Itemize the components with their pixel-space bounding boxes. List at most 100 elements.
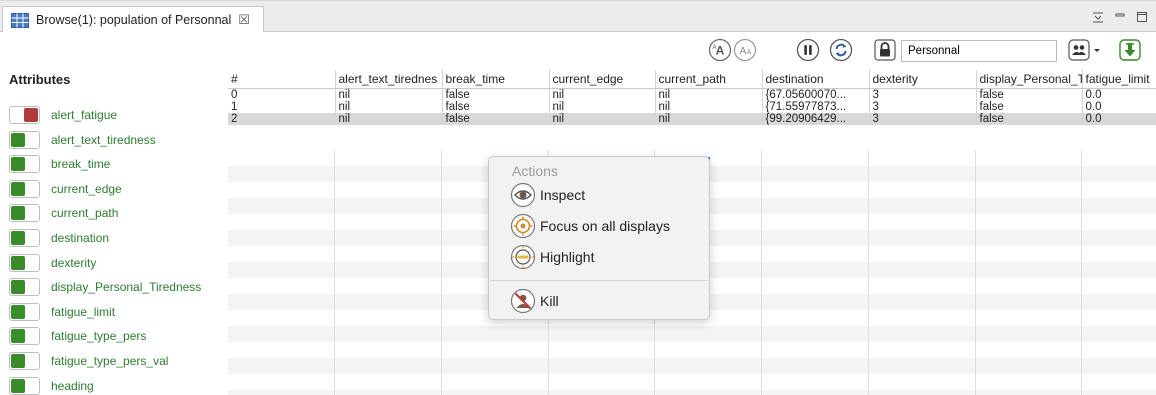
attribute-toggle[interactable] xyxy=(9,302,40,321)
menu-item-kill[interactable]: Kill xyxy=(510,288,559,314)
table-cell: 1 xyxy=(228,100,336,113)
table-cell: nil xyxy=(549,100,656,113)
search-input[interactable] xyxy=(901,40,1057,62)
refresh-icon[interactable] xyxy=(829,38,853,62)
close-icon[interactable]: ☒ xyxy=(238,12,250,28)
column-header[interactable]: alert_text_tirednes xyxy=(335,70,443,89)
attribute-label: alert_text_tiredness xyxy=(51,132,156,147)
table-cell: false xyxy=(442,112,550,125)
pause-icon[interactable] xyxy=(796,38,820,62)
column-header[interactable]: fatigue_limit xyxy=(1082,70,1156,89)
attributes-title: Attributes xyxy=(9,72,71,87)
attribute-item[interactable]: fatigue_type_pers xyxy=(9,326,146,346)
attribute-label: break_time xyxy=(51,157,111,172)
attribute-label: current_edge xyxy=(51,181,122,196)
column-header[interactable]: current_path xyxy=(655,70,763,89)
attribute-toggle[interactable] xyxy=(9,376,40,395)
table-cell: nil xyxy=(655,112,763,125)
table-cell: 0.0 xyxy=(1082,100,1156,113)
menu-header: Actions xyxy=(512,163,558,179)
toggle-knob xyxy=(11,255,25,270)
toggle-knob xyxy=(11,132,25,147)
toggle-knob xyxy=(11,354,25,368)
table-cell: 3 xyxy=(869,112,977,125)
column-header[interactable]: display_Personal_T xyxy=(976,70,1083,89)
restore-icon[interactable] xyxy=(1092,11,1104,23)
attribute-item[interactable]: fatigue_limit xyxy=(9,302,115,322)
highlight-icon xyxy=(510,244,536,270)
attribute-item[interactable]: dexterity xyxy=(9,253,96,273)
menu-item-label: Focus on all displays xyxy=(540,218,670,234)
export-icon[interactable] xyxy=(1118,38,1142,62)
menu-item-label: Kill xyxy=(540,293,559,309)
table-cell: 0.0 xyxy=(1082,88,1156,101)
attribute-item[interactable]: alert_text_tiredness xyxy=(9,130,156,150)
column-header[interactable]: destination xyxy=(762,70,870,89)
attribute-item[interactable]: current_path xyxy=(9,203,118,223)
attribute-label: current_path xyxy=(51,206,119,221)
table-cell: false xyxy=(442,88,550,101)
attribute-toggle[interactable] xyxy=(9,352,40,370)
tab-title: Browse(1): population of Personnal xyxy=(36,13,232,27)
attribute-toggle[interactable] xyxy=(9,155,40,174)
table-cell: nil xyxy=(335,88,443,101)
attribute-toggle[interactable] xyxy=(9,229,40,247)
table-cell: false xyxy=(976,100,1083,113)
attribute-toggle[interactable] xyxy=(9,179,40,198)
svg-text:A: A xyxy=(712,45,716,51)
attribute-toggle[interactable] xyxy=(9,253,40,272)
increase-font-icon[interactable]: A A xyxy=(708,38,732,62)
table-row[interactable]: 2 nil false nil nil {99.20906429... 3 false 0.0 xyxy=(228,112,1156,125)
menu-item-focus[interactable]: Focus on all displays xyxy=(510,213,670,239)
toggle-knob xyxy=(11,231,25,245)
table-cell: nil xyxy=(335,100,443,113)
table-cell: 3 xyxy=(869,100,977,113)
column-header[interactable]: current_edge xyxy=(549,70,656,89)
attribute-toggle[interactable] xyxy=(9,204,40,223)
agents-menu-icon[interactable] xyxy=(1067,38,1091,62)
menu-separator xyxy=(490,280,708,281)
decrease-font-icon[interactable]: A A xyxy=(733,38,757,62)
column-header[interactable]: dexterity xyxy=(869,70,977,89)
attribute-label: display_Personal_Tiredness xyxy=(51,280,202,295)
menu-item-inspect[interactable]: Inspect xyxy=(510,182,585,208)
menu-item-highlight[interactable]: Highlight xyxy=(510,244,594,270)
svg-text:A: A xyxy=(740,46,747,57)
attribute-toggle[interactable] xyxy=(9,278,40,297)
attribute-label: heading xyxy=(51,378,94,393)
toggle-knob xyxy=(11,378,25,393)
attribute-label: fatigue_limit xyxy=(51,304,116,319)
attribute-label: destination xyxy=(51,231,110,245)
table-row[interactable]: 1 nil false nil nil {71.55977873... 3 false 0.0 xyxy=(228,100,1156,113)
table-cell: false xyxy=(976,88,1083,101)
toggle-knob xyxy=(11,206,25,221)
attribute-item[interactable]: alert_fatigue xyxy=(9,105,117,125)
svg-text:A: A xyxy=(716,44,725,58)
table-cell: nil xyxy=(655,100,763,113)
attribute-item[interactable]: display_Personal_Tiredness xyxy=(9,277,201,297)
lock-icon[interactable] xyxy=(873,38,897,62)
attribute-toggle[interactable] xyxy=(9,106,40,124)
column-header[interactable]: break_time xyxy=(442,70,550,89)
attribute-item[interactable]: break_time xyxy=(9,154,110,174)
attribute-item[interactable]: current_edge xyxy=(9,179,122,199)
column-header[interactable]: # xyxy=(228,70,336,89)
attribute-item[interactable]: fatigue_type_pers_val xyxy=(9,351,168,371)
svg-text:A: A xyxy=(747,49,752,56)
minimize-icon[interactable] xyxy=(1114,11,1126,23)
context-menu: Actions Inspect Focus on all displays Hi… xyxy=(488,156,710,320)
chevron-down-icon[interactable] xyxy=(1092,38,1102,62)
table-cell: nil xyxy=(335,112,443,125)
eye-icon xyxy=(510,182,536,208)
target-icon xyxy=(510,213,536,239)
maximize-icon[interactable] xyxy=(1136,11,1148,23)
toggle-knob xyxy=(11,304,25,319)
attribute-item[interactable]: destination xyxy=(9,228,109,248)
browse-tab[interactable]: Browse(1): population of Personnal ☒ xyxy=(2,6,264,33)
attribute-toggle[interactable] xyxy=(9,327,40,346)
attribute-toggle[interactable] xyxy=(9,130,40,149)
table-row[interactable]: 0 nil false nil nil {67.05600070... 3 false 0.0 xyxy=(228,88,1156,101)
attribute-item[interactable]: heading xyxy=(9,376,94,395)
menu-item-label: Highlight xyxy=(540,249,595,265)
table-cell: {99.20906429... xyxy=(762,112,870,125)
